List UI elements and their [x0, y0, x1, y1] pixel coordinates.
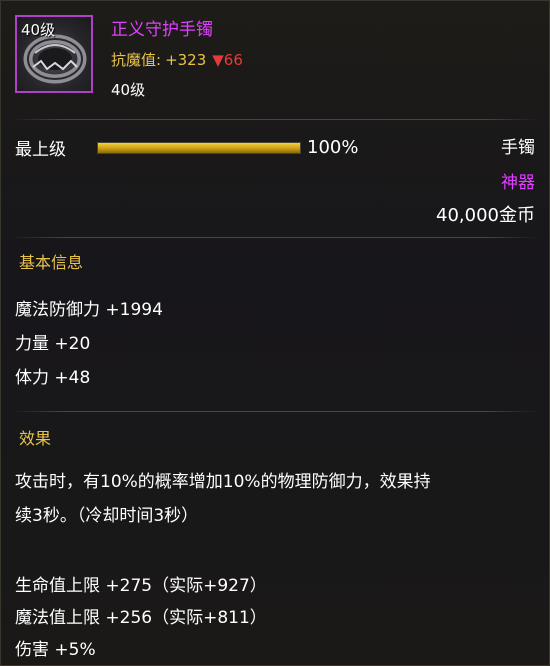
- effect-line: 续3秒。（冷却时间3秒）: [15, 506, 199, 526]
- magic-resist-value: +323: [165, 51, 207, 69]
- item-price: 40,000金币: [436, 205, 535, 226]
- effect-description: 攻击时，有10%的概率增加10%的物理防御力，效果持 续3秒。（冷却时间3秒）: [15, 465, 535, 533]
- bonus-line: 魔法值上限 +256（实际+811）: [15, 608, 267, 628]
- grade-label: 最上级: [15, 140, 66, 160]
- stat-line: 体力 +48: [15, 368, 91, 388]
- item-slot: 手镯: [501, 138, 535, 158]
- magic-resist-label: 抗魔值:: [111, 51, 162, 69]
- divider: [11, 411, 539, 412]
- basic-info-title: 基本信息: [19, 253, 84, 272]
- magic-resist-line: 抗魔值: +323 ▼66: [111, 49, 243, 70]
- divider: [11, 119, 539, 120]
- grade-progress-fill: [98, 143, 300, 153]
- divider: [11, 237, 539, 238]
- grade-progress-bar: [97, 142, 301, 154]
- item-rarity: 神器: [501, 173, 535, 193]
- item-tooltip: 40级 正义守护手镯 抗魔值: +323 ▼66 40级 最上级 100% 手镯 神…: [0, 0, 550, 666]
- item-name: 正义守护手镯: [111, 20, 213, 40]
- item-icon-frame[interactable]: 40级: [15, 15, 93, 93]
- grade-percent: 100%: [307, 137, 359, 158]
- stat-line: 力量 +20: [15, 334, 91, 354]
- effect-title: 效果: [19, 429, 52, 448]
- required-level: 40级: [111, 81, 146, 99]
- stat-line: 魔法防御力 +1994: [15, 300, 163, 320]
- bonus-line: 伤害 +5%: [15, 640, 96, 660]
- icon-level-label: 40级: [21, 21, 56, 39]
- bonus-line: 生命值上限 +275（实际+927）: [15, 576, 267, 596]
- magic-resist-delta: ▼66: [212, 51, 243, 69]
- effect-line: 攻击时，有10%的概率增加10%的物理防御力，效果持: [15, 472, 431, 492]
